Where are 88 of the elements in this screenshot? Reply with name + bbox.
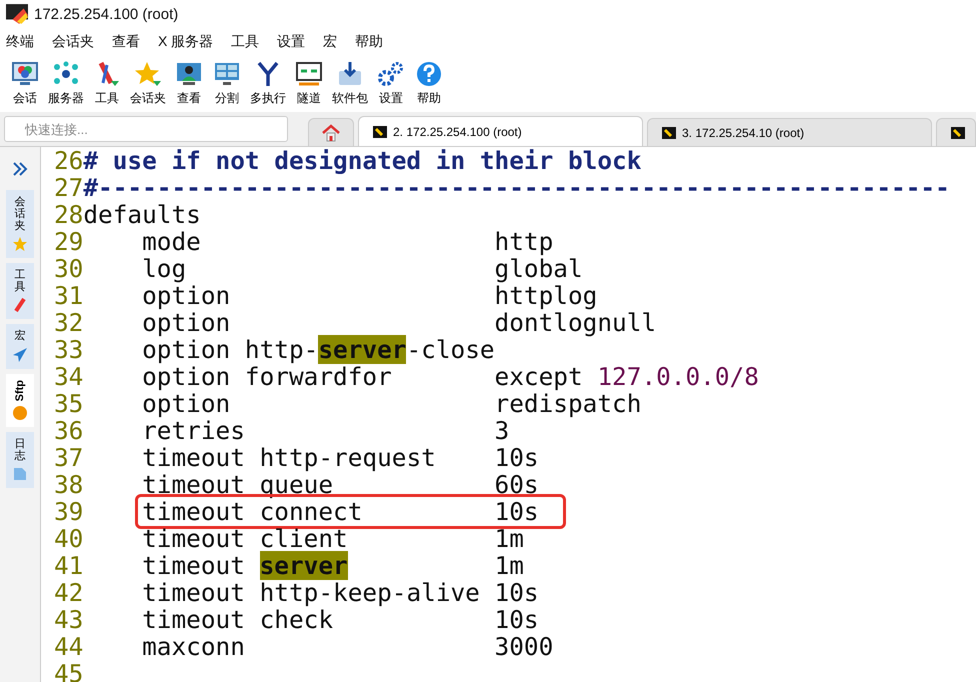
code-line: option httplog xyxy=(141,282,598,309)
line-number: 35 xyxy=(54,390,84,417)
session-tab[interactable]: 3. 172.25.254.10 (root) xyxy=(647,118,932,146)
line-number: 43 xyxy=(54,606,84,633)
code-line: option http-server-close xyxy=(141,336,495,363)
sidebar-tab[interactable]: 宏 xyxy=(6,324,34,369)
code-line: mode http xyxy=(141,228,554,255)
code-line: timeout queue 60s xyxy=(141,471,539,498)
code-line: timeout client 1m xyxy=(141,525,524,552)
toolbar-button[interactable]: 分割 xyxy=(208,61,246,107)
menu-item[interactable]: 查看 xyxy=(112,33,140,51)
toolbar-button[interactable]: 会话 xyxy=(6,61,44,107)
line-number: 40 xyxy=(54,525,84,552)
paper-plane-icon xyxy=(12,346,28,363)
code-line: timeout server 1m xyxy=(141,552,524,579)
code-line: option redispatch xyxy=(141,390,642,417)
toolbar-button[interactable]: 多执行 xyxy=(246,61,290,107)
sidebar-tab[interactable]: 会话夹 xyxy=(6,190,34,258)
line-number: 38 xyxy=(54,471,84,498)
line-number: 34 xyxy=(54,363,84,390)
code-line: #---------------------------------------------------------- xyxy=(83,174,950,201)
network-icon xyxy=(52,61,80,87)
menu-item[interactable]: 会话夹 xyxy=(52,33,94,51)
menu-item[interactable]: 终端 xyxy=(6,33,34,51)
menu-item[interactable]: 宏 xyxy=(323,33,338,51)
line-number: 26 xyxy=(54,147,84,174)
app-icon xyxy=(6,4,28,24)
line-number: 45 xyxy=(54,660,84,682)
line-number: 28 xyxy=(54,201,84,228)
line-number: 36 xyxy=(54,417,84,444)
line-number: 33 xyxy=(54,336,84,363)
code-line: timeout http-keep-alive 10s xyxy=(141,579,539,606)
sidebar-tab[interactable]: Sftp xyxy=(6,374,34,427)
monitor-icon xyxy=(175,61,203,87)
code-line: timeout http-request 10s xyxy=(141,444,539,471)
monitor-icon xyxy=(295,61,323,87)
line-number: 41 xyxy=(54,552,84,579)
toolbar-button[interactable]: 帮助 xyxy=(410,61,448,107)
code-line: maxconn 3000 xyxy=(141,633,554,660)
toolbar-button[interactable]: 服务器 xyxy=(44,61,88,107)
star-icon xyxy=(134,61,162,87)
terminal-icon xyxy=(662,126,676,138)
menu-item[interactable]: 工具 xyxy=(231,33,260,51)
line-number: 37 xyxy=(54,444,84,471)
terminal-icon xyxy=(373,126,387,138)
split-screen-icon xyxy=(213,61,241,87)
line-number: 29 xyxy=(54,228,84,255)
sidebar-tab[interactable]: 日志 xyxy=(6,432,34,488)
menu-item[interactable]: 帮助 xyxy=(355,33,384,51)
help-icon xyxy=(415,61,443,87)
line-number: 44 xyxy=(54,633,84,660)
monitor-icon xyxy=(11,61,39,87)
toolbar-button[interactable]: 软件包 xyxy=(328,61,372,107)
session-tab[interactable]: 2. 172.25.254.100 (root) xyxy=(358,116,643,146)
toolbar-button[interactable]: 工具 xyxy=(88,61,126,107)
line-number: 42 xyxy=(54,579,84,606)
star-icon xyxy=(12,236,28,252)
line-number: 32 xyxy=(54,309,84,336)
home-icon xyxy=(321,122,341,142)
menu-item[interactable]: X 服务器 xyxy=(158,33,214,51)
code-line: option forwardfor except 127.0.0.0/8 xyxy=(141,363,759,390)
code-line: defaults xyxy=(83,201,201,228)
line-number: 27 xyxy=(54,174,84,201)
code-line: # use if not designated in their block xyxy=(83,147,642,174)
expand-icon[interactable] xyxy=(12,161,28,177)
wrench-icon xyxy=(12,297,28,314)
code-line: retries 3 xyxy=(141,417,510,444)
toolbar-button[interactable]: 会话夹 xyxy=(126,61,170,107)
line-number: 30 xyxy=(54,255,84,282)
circle-icon xyxy=(12,404,28,421)
toolbar-button[interactable]: 查看 xyxy=(170,61,208,107)
sidebar-tab[interactable]: 工具 xyxy=(6,263,34,320)
code-line: timeout check 10s xyxy=(141,606,539,633)
line-number: 39 xyxy=(54,498,84,525)
code-line: option dontlognull xyxy=(141,309,656,336)
toolbar-button[interactable]: 隧道 xyxy=(290,61,328,107)
document-icon xyxy=(12,466,28,482)
window-title: 172.25.254.100 (root) xyxy=(34,6,178,22)
home-tab[interactable] xyxy=(308,118,354,146)
download-icon xyxy=(336,61,364,87)
terminal-icon xyxy=(951,126,965,138)
session-tab[interactable] xyxy=(936,118,976,146)
toolbar-button[interactable]: 设置 xyxy=(372,61,410,107)
code-line: log global xyxy=(141,255,583,282)
menu-item[interactable]: 设置 xyxy=(277,33,306,51)
line-number: 31 xyxy=(54,282,84,309)
settings-icon xyxy=(377,61,405,87)
quick-connect-field[interactable]: 快速连接... xyxy=(4,116,288,142)
